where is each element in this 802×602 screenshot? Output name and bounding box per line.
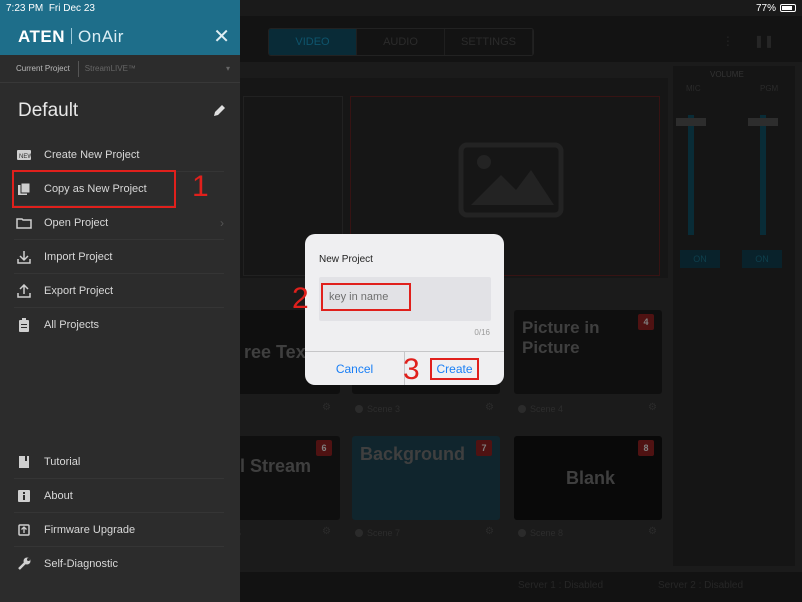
menu-create-new-project[interactable]: NEW Create New Project (14, 138, 224, 172)
cancel-label: Cancel (335, 361, 374, 376)
info-icon (16, 488, 32, 504)
menu-label: Open Project (44, 216, 109, 229)
sidebar: ATEN OnAir ✕ Current Project StreamLIVE™ … (0, 0, 240, 602)
menu-label: All Projects (44, 319, 100, 331)
menu-label: Create New Project (44, 148, 140, 161)
menu-self-diagnostic[interactable]: Self-Diagnostic (14, 547, 224, 581)
chevron-right-icon: › (220, 215, 224, 230)
menu-label: Tutorial (44, 455, 81, 468)
book-icon (16, 454, 32, 470)
cancel-button[interactable]: Cancel (305, 352, 405, 385)
battery-icon (780, 4, 796, 12)
menu-import-project[interactable]: Import Project (14, 240, 224, 274)
dialog-title: New Project (319, 254, 373, 265)
clipboard-icon (16, 317, 32, 333)
battery-percent: 77% (755, 2, 776, 14)
firmware-icon (16, 522, 32, 538)
project-name: Default (18, 100, 79, 121)
brand-logo: ATEN OnAir (18, 27, 124, 47)
project-menu: NEW Create New Project Copy as New Proje… (0, 138, 240, 342)
project-name-input[interactable]: key in name (321, 283, 411, 311)
menu-export-project[interactable]: Export Project (14, 274, 224, 308)
copy-icon (16, 181, 32, 197)
status-bar: 7:23 PM Fri Dec 23 77% (0, 0, 802, 16)
project-name-field[interactable]: key in name (319, 277, 491, 321)
product-name: OnAir (78, 27, 124, 46)
close-icon[interactable]: ✕ (213, 27, 230, 47)
chevron-down-icon: ▾ (225, 64, 230, 73)
menu-label: Import Project (44, 250, 113, 263)
svg-text:NEW: NEW (19, 154, 31, 160)
create-button[interactable]: Create (405, 352, 504, 385)
menu-firmware-upgrade[interactable]: Firmware Upgrade (14, 513, 224, 547)
menu-about[interactable]: About (14, 479, 224, 513)
menu-label: Copy as New Project (44, 182, 147, 195)
pencil-icon[interactable] (212, 104, 226, 118)
app-window: 7:23 PM Fri Dec 23 77% VIDEO AUDIO SETTI… (0, 0, 802, 602)
create-label: Create (430, 357, 479, 380)
annotation-3: 3 (403, 353, 420, 386)
import-icon (16, 249, 32, 265)
current-project-label: Current Project (16, 64, 70, 73)
char-counter: 0/16 (474, 328, 490, 337)
current-project-select[interactable]: StreamLIVE™ ▾ (77, 60, 230, 77)
project-name-row: Default (0, 83, 240, 139)
menu-label: Export Project (44, 284, 114, 297)
folder-icon (16, 215, 32, 231)
new-icon: NEW (16, 147, 32, 163)
menu-all-projects[interactable]: All Projects (14, 308, 224, 342)
status-date: Fri Dec 23 (48, 2, 95, 14)
current-project-value: StreamLIVE™ (84, 64, 136, 73)
menu-copy-as-new-project[interactable]: Copy as New Project (12, 170, 176, 208)
wrench-icon (16, 556, 32, 572)
annotation-2: 2 (292, 282, 309, 315)
annotation-1: 1 (192, 170, 209, 203)
brand-name: ATEN (18, 27, 66, 46)
help-menu: Tutorial About Firmware Upgrade Self-Dia… (0, 445, 240, 581)
menu-tutorial[interactable]: Tutorial (14, 445, 224, 479)
status-time: 7:23 PM (6, 2, 44, 14)
menu-label: About (44, 489, 73, 502)
export-icon (16, 283, 32, 299)
menu-open-project[interactable]: Open Project › (14, 206, 224, 240)
menu-label: Firmware Upgrade (44, 523, 136, 536)
menu-label: Self-Diagnostic (44, 558, 118, 570)
current-project-row[interactable]: Current Project StreamLIVE™ ▾ (0, 55, 240, 83)
